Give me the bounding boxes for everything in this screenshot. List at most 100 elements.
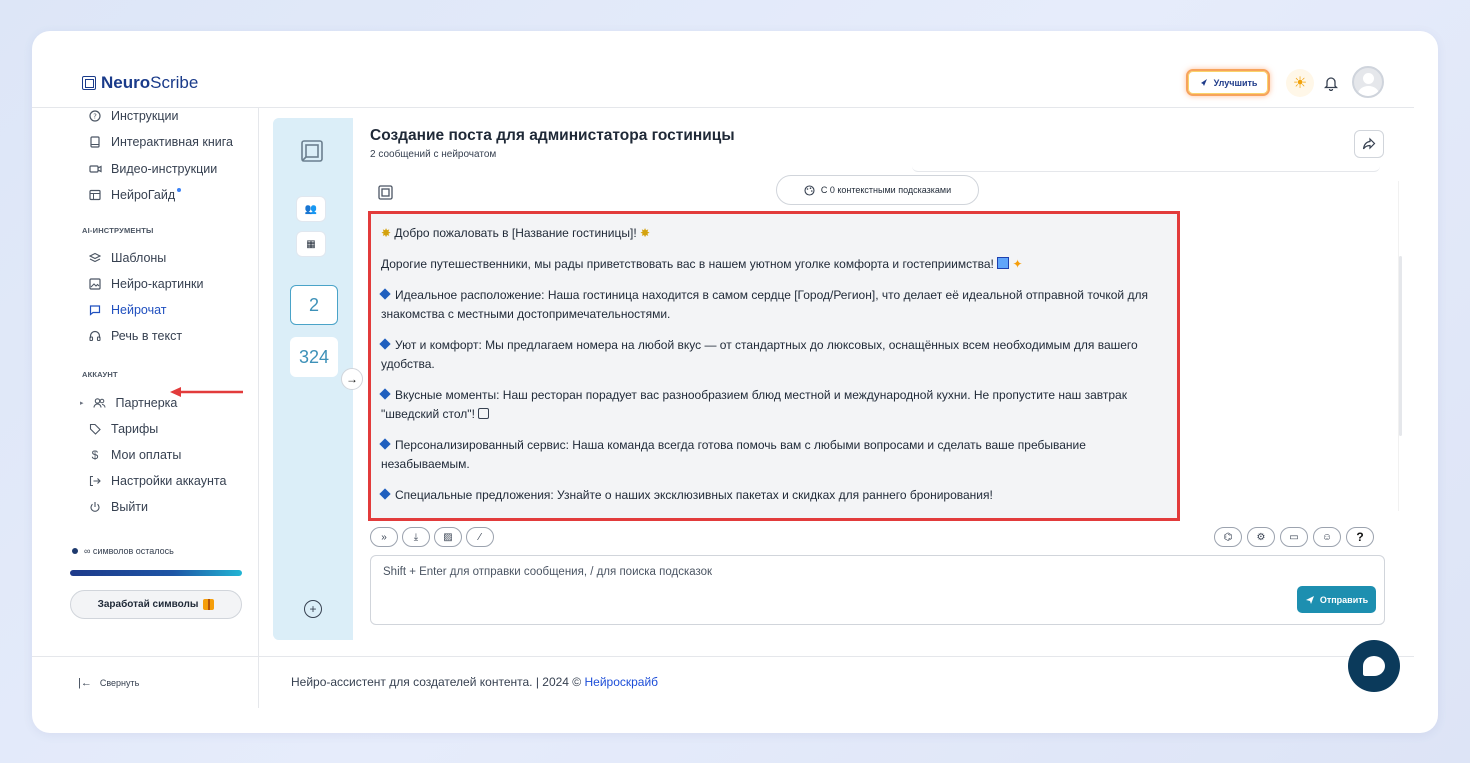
grid-view-button[interactable]: ▦ — [296, 231, 326, 257]
point-text: Уют и комфорт: Мы предлагаем номера на л… — [381, 338, 1138, 371]
users-filter-button[interactable]: 👥 — [296, 196, 326, 222]
support-chat-button[interactable] — [1348, 640, 1400, 692]
chat-icon — [88, 303, 102, 317]
sidebar-item-payments[interactable]: $ Мои оплаты — [88, 446, 182, 464]
symbols-progress-bar — [70, 570, 242, 576]
sidebar-item-label: Нейро-картинки — [111, 277, 204, 291]
sidebar-item-video[interactable]: Видео-инструкции — [88, 160, 217, 178]
brand-regular: Scribe — [150, 73, 199, 92]
video-icon — [88, 162, 102, 176]
sidebar-item-instructions[interactable]: ? Инструкции — [88, 107, 179, 125]
chat-count-active[interactable]: 2 — [290, 285, 338, 325]
diamond-icon — [379, 338, 391, 350]
bell-icon — [1324, 77, 1338, 91]
wand-icon: ⁄ — [479, 531, 481, 543]
share-icon — [1362, 137, 1376, 150]
puzzle-icon: ⌬ — [1223, 531, 1233, 543]
collapse-sidebar-button[interactable]: |← Свернуть — [78, 677, 139, 689]
magic-button[interactable]: ⁄ — [466, 527, 494, 547]
earn-symbols-button[interactable]: Заработай символы — [70, 590, 242, 619]
sidebar-item-neuro-images[interactable]: Нейро-картинки — [88, 275, 203, 293]
intro-text: Дорогие путешественники, мы рады приветс… — [381, 257, 994, 271]
guide-icon — [88, 188, 102, 202]
theme-toggle[interactable]: ☀ — [1286, 69, 1314, 97]
sidebar-item-guide[interactable]: НейроГайд — [88, 186, 182, 204]
brand-bold: Neuro — [101, 73, 151, 92]
food-icon — [478, 408, 490, 419]
earn-label: Заработай символы — [97, 599, 199, 610]
header-underline — [912, 164, 1380, 172]
sidebar-item-templates[interactable]: Шаблоны — [88, 249, 166, 267]
robot-button[interactable]: ☺ — [1313, 527, 1341, 547]
diamond-icon — [379, 438, 391, 450]
brand-logo[interactable]: NeuroScribe — [82, 73, 198, 93]
image-icon — [88, 277, 102, 291]
message-input[interactable] — [383, 566, 1283, 606]
gift-icon — [203, 599, 215, 610]
context-hints-pill[interactable]: С 0 контекстными подсказками — [776, 175, 979, 205]
diamond-icon — [379, 288, 391, 300]
dollar-icon: $ — [91, 448, 99, 462]
sidebar-item-speech-to-text[interactable]: Речь в текст — [88, 327, 182, 345]
status-dot — [72, 548, 78, 554]
image-icon: ▨ — [443, 531, 453, 543]
avatar[interactable] — [1352, 66, 1384, 98]
new-chat-button[interactable]: + — [304, 600, 322, 618]
sparkle-icon: ✸ — [381, 226, 392, 240]
plugin-button[interactable]: ⌬ — [1214, 527, 1242, 547]
message-point: Идеальное расположение: Наша гостиница н… — [379, 286, 1165, 324]
send-icon — [1305, 595, 1314, 604]
chevrons-down-icon: » — [381, 531, 387, 543]
question-icon: ? — [1356, 530, 1364, 544]
message-intro: Дорогие путешественники, мы рады приветс… — [381, 255, 1165, 274]
send-button[interactable]: Отправить — [1297, 586, 1376, 613]
point-text: Специальные предложения: Узнайте о наших… — [395, 488, 993, 502]
expand-arrow-button[interactable]: → — [341, 368, 363, 390]
settings-button[interactable]: ⚙ — [1247, 527, 1275, 547]
context-pill-label: С 0 контекстными подсказками — [820, 185, 952, 195]
notifications-button[interactable] — [1319, 71, 1343, 95]
section-account: АККАУНТ — [82, 370, 118, 379]
chat-count-total[interactable]: 324 — [290, 337, 338, 377]
scrollbar-thumb[interactable] — [1399, 256, 1402, 436]
chat-title: Создание поста для администатора гостини… — [370, 127, 735, 144]
message-input-box — [370, 555, 1385, 625]
send-label: Отправить — [1319, 594, 1369, 605]
message-point: Уют и комфорт: Мы предлагаем номера на л… — [379, 336, 1165, 374]
share-button[interactable] — [1354, 130, 1384, 158]
card-button[interactable]: ▭ — [1280, 527, 1308, 547]
sidebar-item-label: Видео-инструкции — [111, 162, 218, 176]
collapse-icon: |← — [78, 677, 92, 689]
power-icon — [88, 500, 102, 514]
hotel-icon — [997, 257, 1010, 269]
count-total-value: 324 — [298, 346, 330, 367]
sidebar-divider — [258, 108, 259, 708]
gear-icon: ⚙ — [1256, 531, 1266, 543]
collapse-label: Свернуть — [99, 678, 140, 688]
collapse-button[interactable]: » — [370, 527, 398, 547]
users-icon: 👥 — [304, 203, 318, 215]
grid-icon: ▦ — [306, 238, 316, 250]
sidebar-item-logout[interactable]: Выйти — [88, 498, 148, 516]
sidebar-item-partners[interactable]: ▸ Партнерка — [80, 394, 177, 412]
top-bar: NeuroScribe Улучшить ☀ — [32, 31, 1438, 107]
message-point: Персонализированный сервис: Наша команда… — [379, 436, 1165, 474]
sidebar-item-interactive-book[interactable]: Интерактивная книга — [88, 133, 233, 151]
export-button[interactable]: ⤓ — [402, 527, 430, 547]
diamond-icon — [379, 488, 391, 500]
sidebar-item-tariffs[interactable]: Тарифы — [88, 420, 158, 438]
count-active-value: 2 — [308, 294, 319, 315]
image-button[interactable]: ▨ — [434, 527, 462, 547]
upgrade-button[interactable]: Улучшить — [1186, 69, 1270, 96]
sidebar-item-label: НейроГайд — [111, 188, 176, 202]
red-arrow-annotation — [170, 387, 243, 397]
message-point: Вкусные моменты: Наш ресторан порадует в… — [379, 386, 1165, 424]
assistant-message: ✸ Добро пожаловать в [Название гостиницы… — [368, 211, 1180, 521]
sidebar-item-account-settings[interactable]: Настройки аккаунта — [88, 472, 226, 490]
sidebar-item-neurochat[interactable]: Нейрочат — [88, 301, 167, 319]
footer: Нейро-ассистент для создателей контента.… — [291, 675, 658, 689]
robot-icon: ☺ — [1321, 531, 1333, 543]
help-button[interactable]: ? — [1346, 527, 1374, 547]
neuroscribe-logo-icon — [301, 140, 323, 162]
footer-link[interactable]: Нейроскрайб — [584, 675, 658, 689]
